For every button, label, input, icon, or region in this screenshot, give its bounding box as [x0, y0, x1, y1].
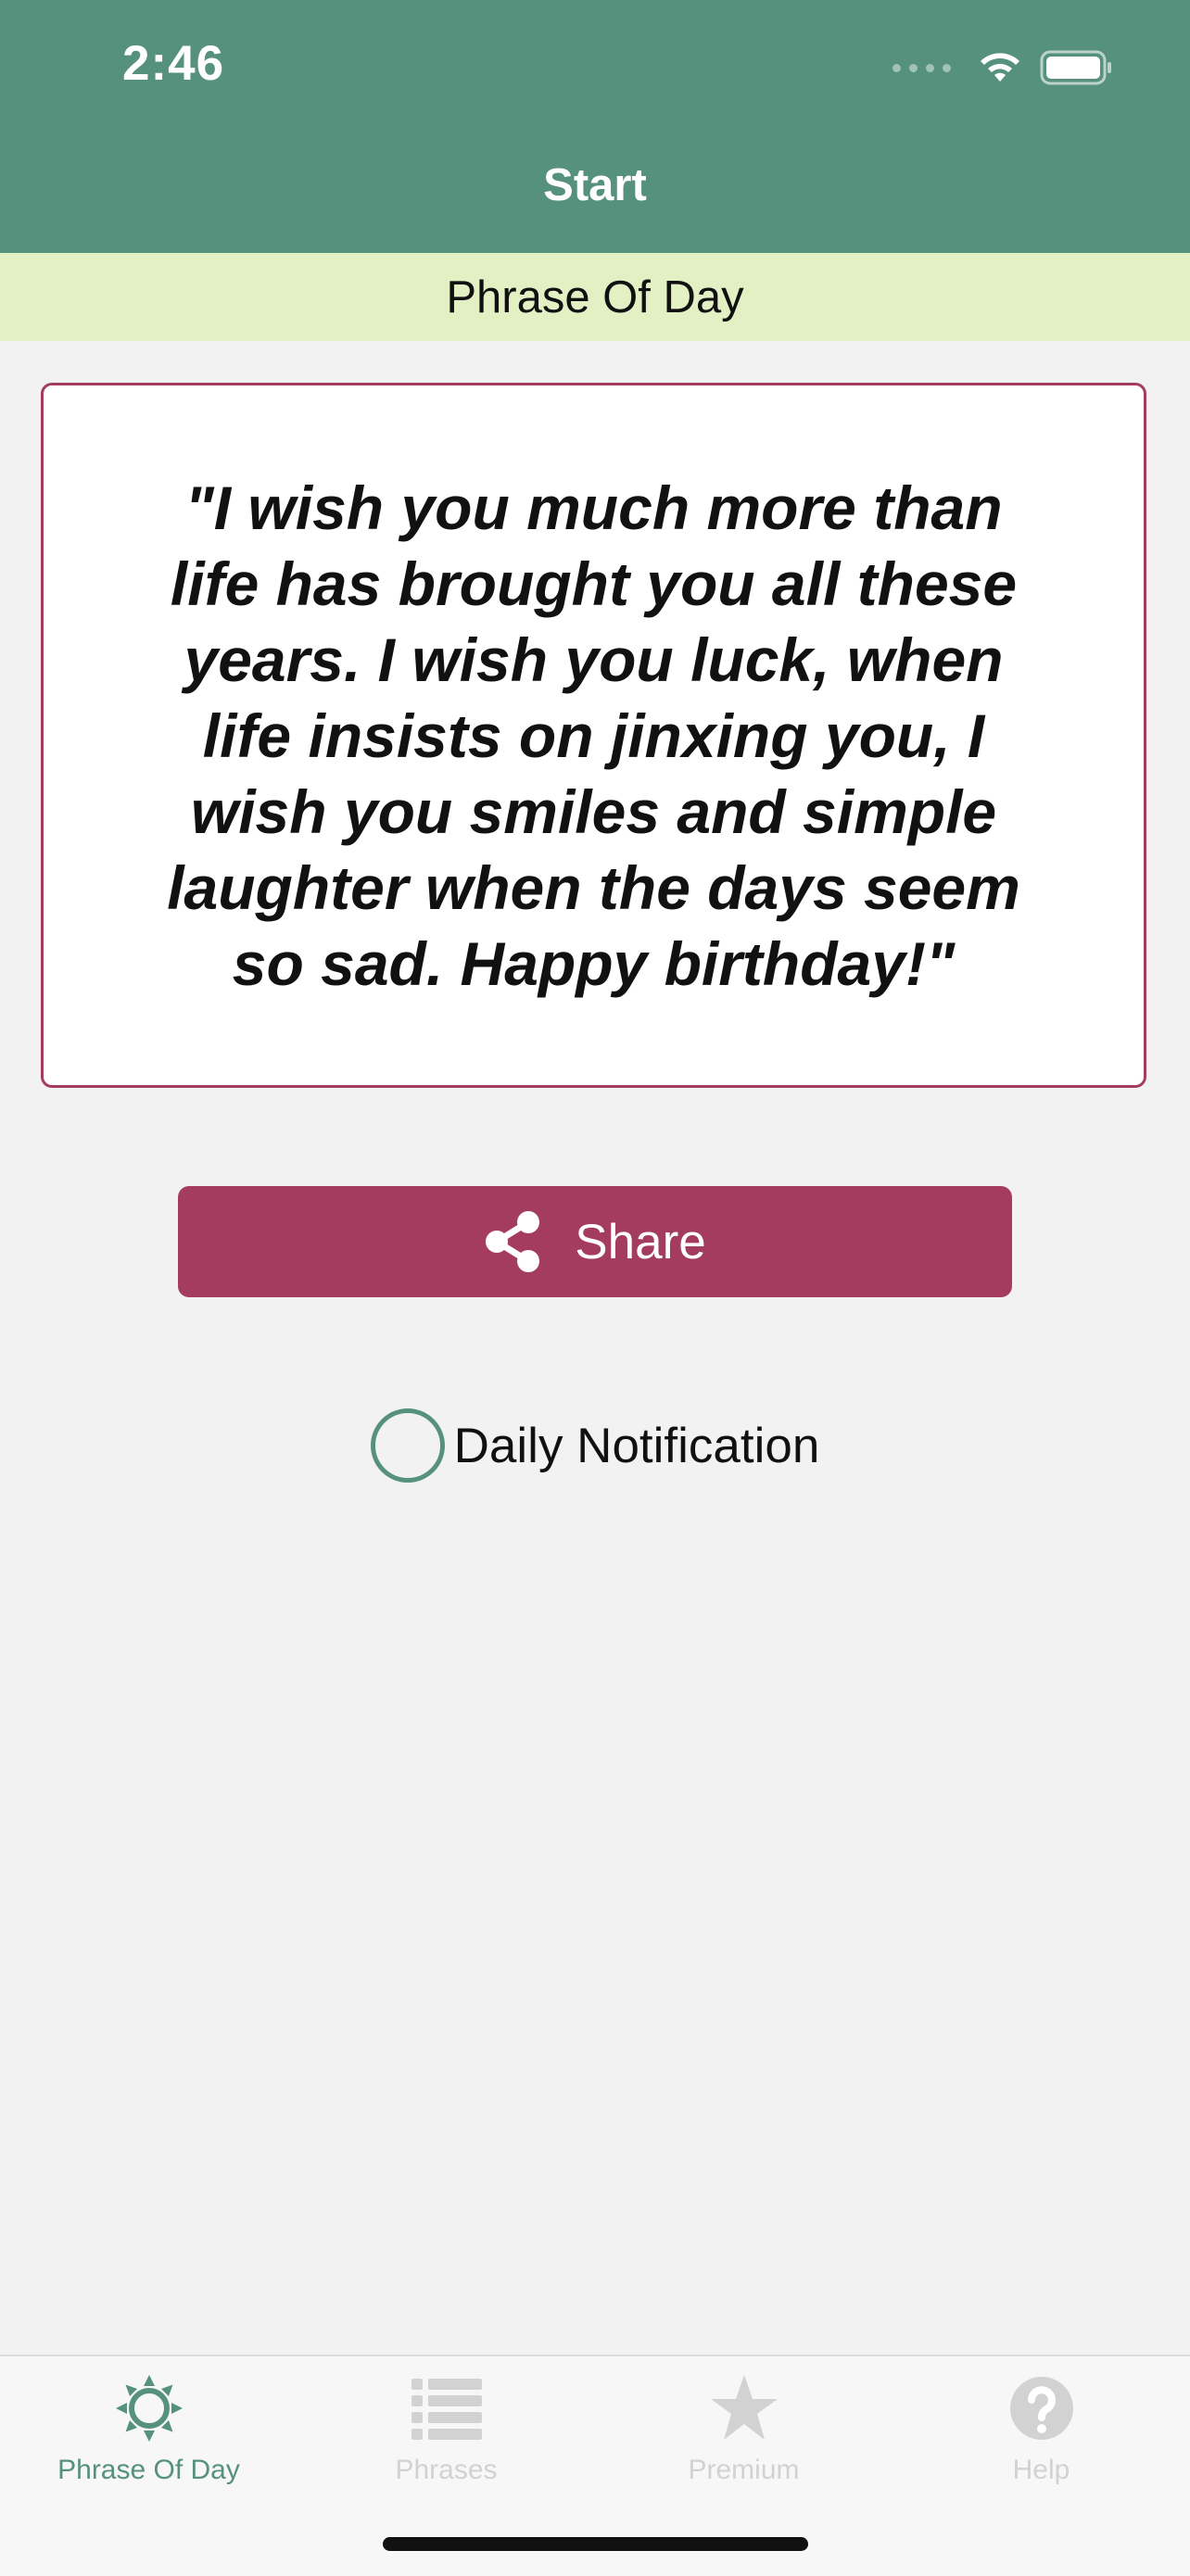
daily-notification-row: Daily Notification: [0, 1408, 1190, 1483]
daily-notification-label[interactable]: Daily Notification: [454, 1418, 820, 1474]
list-icon: [411, 2379, 482, 2440]
tab-label: Phrase Of Day: [57, 2455, 240, 2485]
tab-label: Help: [1012, 2455, 1070, 2485]
share-button-label: Share: [575, 1214, 706, 1269]
status-icons: [892, 44, 1114, 91]
status-time: 2:46: [122, 36, 225, 91]
star-icon: [710, 2375, 778, 2440]
section-header: Phrase Of Day: [0, 253, 1190, 341]
help-icon: [1009, 2377, 1073, 2440]
share-icon: [486, 1211, 540, 1272]
daily-notification-radio[interactable]: [370, 1408, 445, 1483]
page-title: Start: [543, 160, 647, 210]
tab-help[interactable]: Help: [892, 2356, 1190, 2495]
tab-phrase-of-day[interactable]: Phrase Of Day: [0, 2356, 298, 2495]
navigation-header: 2:46 Start: [0, 0, 1190, 253]
tab-label: Phrases: [395, 2455, 498, 2485]
sun-icon: [115, 2375, 183, 2442]
battery-icon: [1040, 50, 1111, 85]
wifi-icon: [981, 53, 1019, 82]
tab-premium[interactable]: Premium: [595, 2356, 892, 2495]
share-button[interactable]: Share: [178, 1186, 1012, 1297]
tab-label: Premium: [688, 2455, 800, 2485]
home-indicator: [383, 2537, 808, 2551]
phrase-text: "I wish you much more than life has brou…: [167, 473, 1020, 998]
phrase-card: "I wish you much more than life has brou…: [41, 383, 1146, 1088]
cellular-signal-icon: [892, 63, 951, 72]
tab-phrases[interactable]: Phrases: [298, 2356, 595, 2495]
section-title: Phrase Of Day: [446, 271, 744, 322]
